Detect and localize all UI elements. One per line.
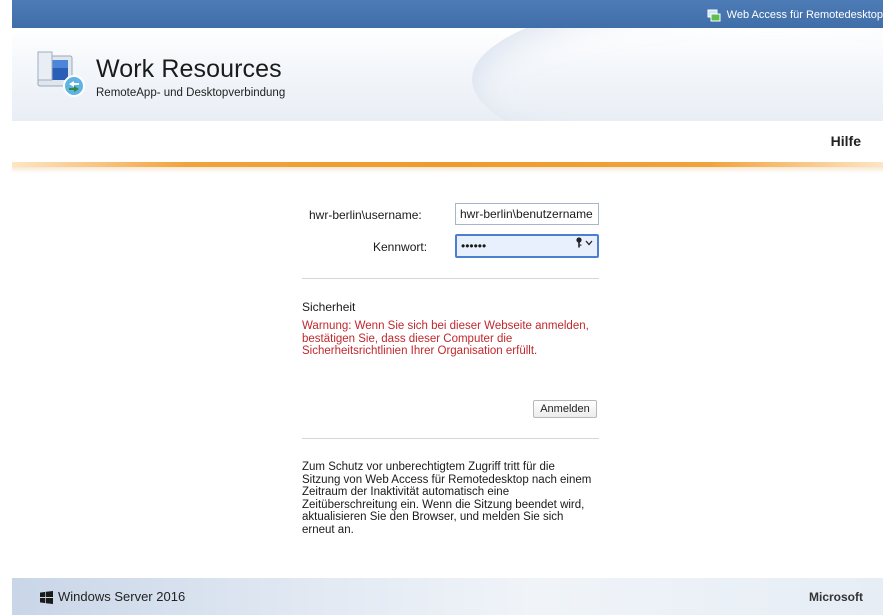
password-label: Kennwort: [373,240,428,254]
chevron-down-icon [585,240,593,245]
remote-connection-logo-icon [36,50,88,100]
page-subtitle: RemoteApp- und Desktopverbindung [96,87,286,99]
microsoft-label: Microsoft [809,590,863,604]
header-banner: Work Resources RemoteApp- und Desktopver… [12,28,883,121]
timeout-notice: Zum Schutz vor unberechtigtem Zugriff tr… [302,461,592,536]
page-title: Work Resources [96,55,282,83]
form-divider-bottom [302,438,599,439]
window-frame-left [0,0,12,615]
top-bar-app-name: Web Access für Remotedesktop [726,9,883,21]
form-divider [302,278,599,279]
sign-in-button[interactable]: Anmelden [533,400,597,418]
key-icon[interactable] [575,237,593,248]
username-input[interactable] [455,203,599,225]
banner-decoration [472,28,883,121]
remote-desktop-icon [707,9,721,22]
top-bar-app-link[interactable]: Web Access für Remotedesktop [707,6,883,24]
security-warning: Warnung: Wenn Sie sich bei dieser Websei… [302,320,589,357]
top-bar: Web Access für Remotedesktop [12,0,883,28]
security-title: Sicherheit [302,300,356,314]
help-link[interactable]: Hilfe [831,133,861,149]
help-bar: Hilfe [12,121,883,163]
username-label: hwr-berlin\username: [309,208,422,222]
footer: Windows Server 2016 Microsoft [12,578,883,615]
windows-logo-icon [40,591,53,604]
header-separator-shadow [12,167,883,173]
windows-server-label: Windows Server 2016 [58,589,186,604]
